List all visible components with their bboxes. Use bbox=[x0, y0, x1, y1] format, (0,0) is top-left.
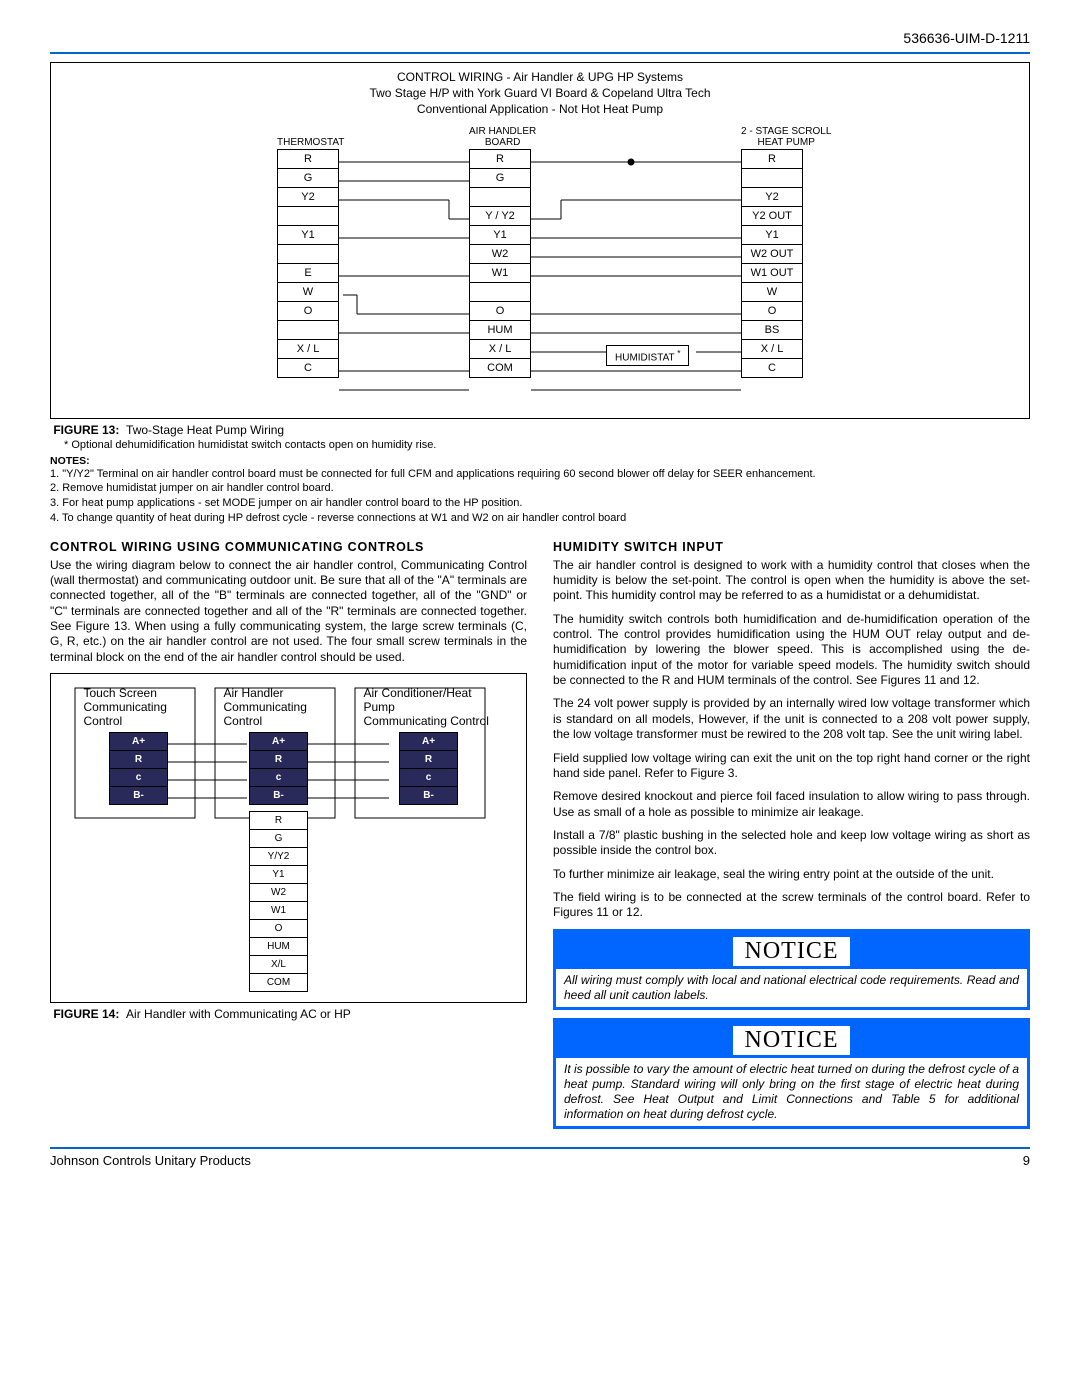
term: G bbox=[469, 168, 531, 188]
term: E bbox=[277, 263, 339, 283]
term: HUM bbox=[469, 320, 531, 340]
fig14-caption: FIGURE 14: Air Handler with Communicatin… bbox=[50, 1007, 527, 1021]
term bbox=[277, 244, 339, 264]
footer-left: Johnson Controls Unitary Products bbox=[50, 1153, 251, 1168]
comm-col2-hdr: Air Handler Communicating Control bbox=[224, 686, 334, 728]
term: O bbox=[277, 301, 339, 321]
notice-label: NOTICE bbox=[733, 937, 851, 966]
term: W2 bbox=[469, 244, 531, 264]
humidistat-box: HUMIDISTAT * bbox=[606, 345, 689, 366]
term bbox=[277, 206, 339, 226]
term: BS bbox=[741, 320, 803, 340]
thermostat-column: THERMOSTAT R G Y2 Y1 E W O X / L C bbox=[277, 124, 344, 378]
notice-body: All wiring must comply with local and na… bbox=[556, 969, 1027, 1007]
comm-col1-hdr: Touch Screen Communicating Control bbox=[84, 686, 194, 728]
hp-header: 2 - STAGE SCROLL HEAT PUMP bbox=[741, 124, 831, 148]
term: G bbox=[277, 168, 339, 188]
comm-table-2: A+ R c B- bbox=[249, 732, 308, 805]
thermostat-header: THERMOSTAT bbox=[277, 124, 344, 148]
term: W bbox=[277, 282, 339, 302]
term: Y / Y2 bbox=[469, 206, 531, 226]
left-heading: CONTROL WIRING USING COMMUNICATING CONTR… bbox=[50, 540, 527, 554]
board-column: AIR HANDLER BOARD R G Y / Y2 Y1 W2 W1 O … bbox=[469, 124, 536, 378]
note-4: 4. To change quantity of heat during HP … bbox=[50, 512, 1030, 526]
term: Y2 OUT bbox=[741, 206, 803, 226]
board-header: AIR HANDLER BOARD bbox=[469, 124, 536, 148]
term: C bbox=[741, 358, 803, 378]
term bbox=[469, 187, 531, 207]
term: Y1 bbox=[741, 225, 803, 245]
term: Y2 bbox=[741, 187, 803, 207]
note-1: 1. "Y/Y2" Terminal on air handler contro… bbox=[50, 468, 1030, 482]
notice-2: NOTICE It is possible to vary the amount… bbox=[553, 1018, 1030, 1129]
right-para-2: The 24 volt power supply is provided by … bbox=[553, 696, 1030, 742]
left-column: CONTROL WIRING USING COMMUNICATING CONTR… bbox=[50, 540, 527, 1129]
term: R bbox=[741, 149, 803, 169]
right-para-1: The humidity switch controls both humidi… bbox=[553, 612, 1030, 689]
term bbox=[469, 282, 531, 302]
comm-table-1: A+ R c B- bbox=[109, 732, 168, 805]
term: W1 bbox=[469, 263, 531, 283]
figure-14: Touch Screen Communicating Control A+ R … bbox=[50, 673, 527, 1003]
right-heading: HUMIDITY SWITCH INPUT bbox=[553, 540, 1030, 554]
right-para-3: Field supplied low voltage wiring can ex… bbox=[553, 751, 1030, 782]
header-rule bbox=[50, 52, 1030, 54]
term: C bbox=[277, 358, 339, 378]
term bbox=[741, 168, 803, 188]
term: Y1 bbox=[277, 225, 339, 245]
footer: Johnson Controls Unitary Products 9 bbox=[50, 1153, 1030, 1168]
left-para: Use the wiring diagram below to connect … bbox=[50, 558, 527, 666]
fig13-title: CONTROL WIRING - Air Handler & UPG HP Sy… bbox=[71, 69, 1009, 118]
heatpump-column: 2 - STAGE SCROLL HEAT PUMP R Y2 Y2 OUT Y… bbox=[741, 124, 831, 378]
term: Y2 bbox=[277, 187, 339, 207]
notes-header: NOTES: bbox=[50, 455, 1030, 467]
notice-body: It is possible to vary the amount of ele… bbox=[556, 1058, 1027, 1126]
term: W bbox=[741, 282, 803, 302]
fig13-title-l3: Conventional Application - Not Hot Heat … bbox=[417, 102, 663, 116]
term: W2 OUT bbox=[741, 244, 803, 264]
comm-extra-table: R G Y/Y2 Y1 W2 W1 O HUM X/L COM bbox=[249, 811, 308, 992]
right-para-7: The field wiring is to be connected at t… bbox=[553, 890, 1030, 921]
right-column: HUMIDITY SWITCH INPUT The air handler co… bbox=[553, 540, 1030, 1129]
fig13-caption: FIGURE 13: Two-Stage Heat Pump Wiring bbox=[50, 423, 1030, 437]
term: X / L bbox=[469, 339, 531, 359]
term: O bbox=[741, 301, 803, 321]
term: COM bbox=[469, 358, 531, 378]
comm-col3-hdr: Air Conditioner/Heat Pump Communicating … bbox=[364, 686, 494, 728]
notice-1: NOTICE All wiring must comply with local… bbox=[553, 929, 1030, 1010]
fig13-star-note: * Optional dehumidification humidistat s… bbox=[64, 439, 1030, 451]
fig13-title-l2: Two Stage H/P with York Guard VI Board &… bbox=[369, 86, 710, 100]
term: W1 OUT bbox=[741, 263, 803, 283]
right-para-5: Install a 7/8" plastic bushing in the se… bbox=[553, 828, 1030, 859]
notice-label: NOTICE bbox=[733, 1026, 851, 1055]
comm-table-3: A+ R c B- bbox=[399, 732, 458, 805]
term: X / L bbox=[741, 339, 803, 359]
doc-id: 536636-UIM-D-1211 bbox=[50, 30, 1030, 46]
note-2: 2. Remove humidistat jumper on air handl… bbox=[50, 482, 1030, 496]
note-3: 3. For heat pump applications - set MODE… bbox=[50, 497, 1030, 511]
fig13-diagram: THERMOSTAT R G Y2 Y1 E W O X / L C AIR H… bbox=[71, 124, 1009, 414]
term bbox=[277, 320, 339, 340]
term: R bbox=[277, 149, 339, 169]
term: Y1 bbox=[469, 225, 531, 245]
right-para-6: To further minimize air leakage, seal th… bbox=[553, 867, 1030, 882]
figure-13: CONTROL WIRING - Air Handler & UPG HP Sy… bbox=[50, 62, 1030, 419]
fig13-title-l1: CONTROL WIRING - Air Handler & UPG HP Sy… bbox=[397, 70, 683, 84]
term: X / L bbox=[277, 339, 339, 359]
right-para-0: The air handler control is designed to w… bbox=[553, 558, 1030, 604]
term: O bbox=[469, 301, 531, 321]
page-number: 9 bbox=[1023, 1153, 1030, 1168]
right-para-4: Remove desired knockout and pierce foil … bbox=[553, 789, 1030, 820]
footer-rule bbox=[50, 1147, 1030, 1149]
term: R bbox=[469, 149, 531, 169]
